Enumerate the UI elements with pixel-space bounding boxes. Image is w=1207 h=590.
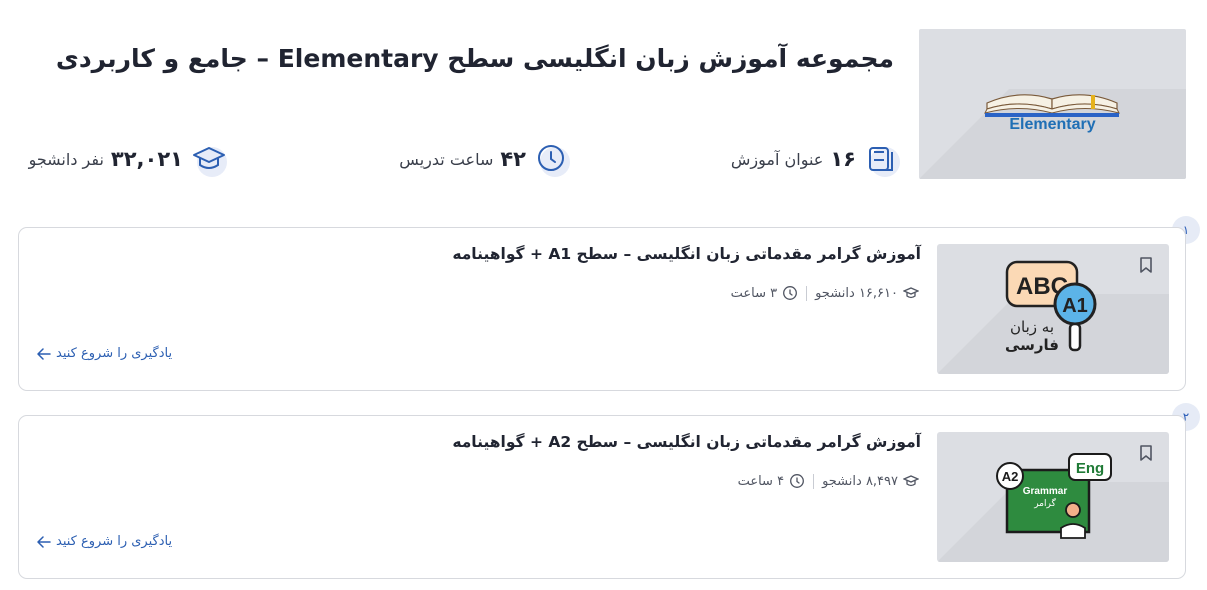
course-meta: ۱۶,۶۱۰ دانشجو ۳ ساعت xyxy=(731,285,919,301)
svg-text:به زبان: به زبان xyxy=(1010,318,1054,336)
meta-divider xyxy=(813,473,815,489)
course-thumbnail[interactable]: Grammar گرامر A2 Eng xyxy=(937,432,1169,562)
start-learning-label: یادگیری را شروع کنید xyxy=(56,346,173,361)
svg-text:Grammar: Grammar xyxy=(1023,486,1068,497)
svg-text:فارسی: فارسی xyxy=(1005,336,1059,354)
stat-students-label: نفر دانشجو xyxy=(28,149,104,169)
stat-students-value: ۳۲,۰۲۱ xyxy=(110,147,183,171)
stat-hours-label: ساعت تدریس xyxy=(399,149,494,169)
course-thumbnail[interactable]: ABC A1 به زبان فارسی xyxy=(937,244,1169,374)
course-title[interactable]: آموزش گرامر مقدماتی زبان انگلیسی – سطح A… xyxy=(452,245,921,263)
graduation-cap-icon xyxy=(903,475,919,487)
stat-students: ۳۲,۰۲۱ نفر دانشجو xyxy=(28,141,227,177)
graduation-cap-icon xyxy=(191,141,227,177)
course-card[interactable]: ABC A1 به زبان فارسی آموزش گرامر مقدماتی… xyxy=(18,227,1186,391)
course-duration: ۴ ساعت xyxy=(738,473,806,489)
collection-thumbnail-label: Elementary xyxy=(1009,116,1096,133)
course-duration: ۳ ساعت xyxy=(731,285,799,301)
course-title[interactable]: آموزش گرامر مقدماتی زبان انگلیسی – سطح A… xyxy=(452,433,921,451)
grammar-board-illustration: Grammar گرامر A2 Eng xyxy=(937,453,1169,562)
course-students-count: ۸,۴۹۷ دانشجو xyxy=(822,473,898,489)
start-learning-link[interactable]: یادگیری را شروع کنید xyxy=(37,346,172,361)
abc-magnifier-illustration: ABC A1 به زبان فارسی xyxy=(937,260,1169,374)
course-duration-value: ۴ ساعت xyxy=(737,473,785,489)
stat-course-count-label: عنوان آموزش xyxy=(730,149,824,169)
stat-course-count-value: ۱۶ xyxy=(830,147,856,171)
thumb-badge-a1: A1 xyxy=(1062,295,1088,317)
collection-header: Elementary مجموعه آموزش زبان انگلیسی سطح… xyxy=(0,0,1207,200)
bookmark-icon[interactable] xyxy=(1137,444,1155,462)
svg-text:گرامر: گرامر xyxy=(1033,497,1056,509)
arrow-left-icon xyxy=(37,347,51,360)
course-students: ۱۶,۶۱۰ دانشجو xyxy=(815,285,919,301)
course-card[interactable]: Grammar گرامر A2 Eng آموزش گرامر مقدماتی… xyxy=(18,415,1186,579)
clock-icon xyxy=(790,474,805,488)
svg-text:Eng: Eng xyxy=(1076,460,1104,477)
meta-divider xyxy=(806,285,808,301)
page-title: مجموعه آموزش زبان انگلیسی سطح Elementary… xyxy=(55,44,894,73)
arrow-left-icon xyxy=(37,535,51,548)
course-students: ۸,۴۹۷ دانشجو xyxy=(822,473,919,489)
start-learning-link[interactable]: یادگیری را شروع کنید xyxy=(37,534,172,549)
course-students-count: ۱۶,۶۱۰ دانشجو xyxy=(815,285,898,301)
stat-hours: ۴۲ ساعت تدریس xyxy=(399,141,570,177)
course-duration-value: ۳ ساعت xyxy=(730,285,778,301)
collection-thumbnail[interactable]: Elementary xyxy=(919,29,1186,179)
clock-icon xyxy=(534,141,570,177)
start-learning-label: یادگیری را شروع کنید xyxy=(56,534,173,549)
bookmark-icon[interactable] xyxy=(1137,256,1155,274)
open-book-illustration xyxy=(919,89,1186,179)
graduation-cap-icon xyxy=(903,287,919,299)
course-meta: ۸,۴۹۷ دانشجو ۴ ساعت xyxy=(738,473,919,489)
thumb-badge-a2: A2 xyxy=(1002,469,1019,484)
book-stack-icon xyxy=(864,141,900,177)
stat-course-count: ۱۶ عنوان آموزش xyxy=(730,141,900,177)
clock-icon xyxy=(783,286,798,300)
stat-hours-value: ۴۲ xyxy=(500,147,526,171)
